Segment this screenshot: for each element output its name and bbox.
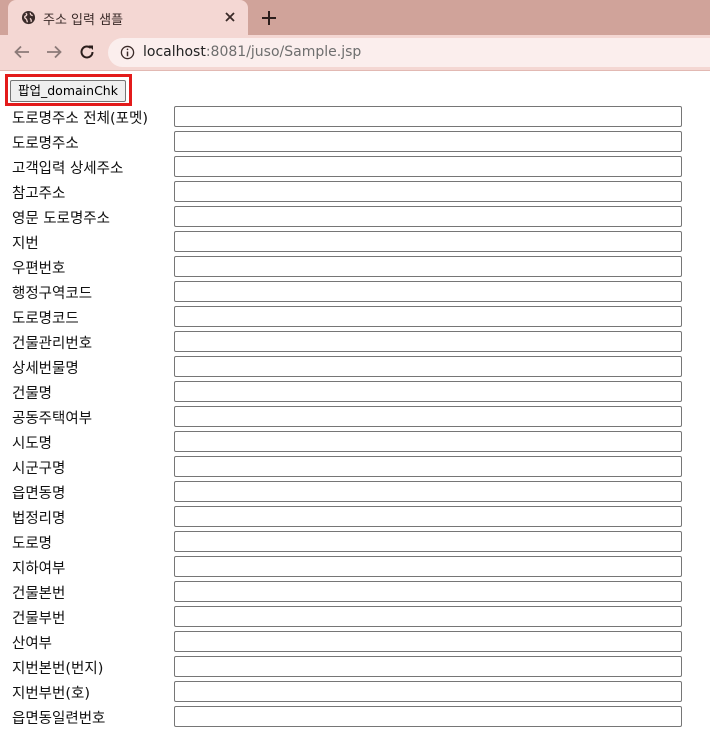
- form-row: 지번: [0, 230, 710, 255]
- field-label: 도로명주소 전체(포멧): [12, 111, 148, 127]
- form-row: 행정구역코드: [0, 280, 710, 305]
- field-label: 시군구명: [12, 461, 66, 477]
- field-input[interactable]: [174, 356, 682, 377]
- form-row: 영문 도로명주소: [0, 205, 710, 230]
- tab-strip: 주소 입력 샘플: [0, 0, 710, 35]
- field-label: 지번: [12, 236, 39, 252]
- reload-icon[interactable]: [78, 43, 96, 61]
- field-input[interactable]: [174, 406, 682, 427]
- form-row: 참고주소: [0, 180, 710, 205]
- form-row: 건물본번: [0, 580, 710, 605]
- field-input[interactable]: [174, 256, 682, 277]
- field-label: 우편번호: [12, 261, 66, 277]
- field-label: 건물관리번호: [12, 336, 93, 352]
- form-row: 지하여부: [0, 555, 710, 580]
- field-input[interactable]: [174, 206, 682, 227]
- field-label: 시도명: [12, 436, 53, 452]
- popup-domain-check-button[interactable]: 팝업_domainChk: [10, 80, 126, 102]
- field-label: 지번부번(호): [12, 686, 91, 702]
- field-label: 건물부번: [12, 611, 66, 627]
- field-input[interactable]: [174, 456, 682, 477]
- field-input[interactable]: [174, 106, 682, 127]
- form-row: 도로명주소: [0, 130, 710, 155]
- form-row: 공동주택여부: [0, 405, 710, 430]
- field-label: 건물명: [12, 386, 53, 402]
- url-path: :8081/juso/Sample.jsp: [205, 44, 362, 60]
- field-label: 지번본번(번지): [12, 661, 104, 677]
- back-arrow-icon[interactable]: [13, 43, 31, 61]
- form-row: 시군구명: [0, 455, 710, 480]
- form-row: 우편번호: [0, 255, 710, 280]
- form-row: 도로명: [0, 530, 710, 555]
- field-label: 공동주택여부: [12, 411, 93, 427]
- form-row: 법정리명: [0, 505, 710, 530]
- field-input[interactable]: [174, 656, 682, 677]
- form-row: 산여부: [0, 630, 710, 655]
- field-input[interactable]: [174, 681, 682, 702]
- field-label: 산여부: [12, 636, 53, 652]
- field-input[interactable]: [174, 606, 682, 627]
- form-row: 고객입력 상세주소: [0, 155, 710, 180]
- tab-title: 주소 입력 샘플: [43, 13, 124, 28]
- address-bar[interactable]: localhost:8081/juso/Sample.jsp: [108, 38, 710, 67]
- field-input[interactable]: [174, 231, 682, 252]
- field-label: 도로명코드: [12, 311, 79, 327]
- form-row: 읍면동일련번호: [0, 705, 710, 730]
- field-input[interactable]: [174, 281, 682, 302]
- form-row: 상세번물명: [0, 355, 710, 380]
- form-row: 건물관리번호: [0, 330, 710, 355]
- field-input[interactable]: [174, 431, 682, 452]
- field-input[interactable]: [174, 706, 682, 727]
- field-label: 도로명: [12, 536, 53, 552]
- field-label: 읍면동일련번호: [12, 711, 106, 727]
- browser-tab[interactable]: 주소 입력 샘플: [8, 0, 248, 35]
- field-input[interactable]: [174, 381, 682, 402]
- browser-toolbar: localhost:8081/juso/Sample.jsp: [0, 35, 710, 71]
- field-label: 지하여부: [12, 561, 66, 577]
- field-input[interactable]: [174, 131, 682, 152]
- field-label: 행정구역코드: [12, 286, 93, 302]
- field-input[interactable]: [174, 481, 682, 502]
- field-input[interactable]: [174, 556, 682, 577]
- field-input[interactable]: [174, 531, 682, 552]
- form-row: 건물부번: [0, 605, 710, 630]
- field-label: 건물본번: [12, 586, 66, 602]
- form-row: 지번본번(번지): [0, 655, 710, 680]
- address-form: 도로명주소 전체(포멧) 도로명주소고객입력 상세주소참고주소영문 도로명주소지번…: [0, 105, 710, 730]
- field-input[interactable]: [174, 306, 682, 327]
- field-input[interactable]: [174, 631, 682, 652]
- forward-arrow-icon[interactable]: [45, 43, 63, 61]
- field-label: 참고주소: [12, 186, 66, 202]
- plus-icon[interactable]: [260, 9, 278, 27]
- field-label: 읍면동명: [12, 486, 66, 502]
- field-label: 법정리명: [12, 511, 66, 527]
- field-label: 고객입력 상세주소: [12, 161, 124, 177]
- field-input[interactable]: [174, 181, 682, 202]
- field-input[interactable]: [174, 581, 682, 602]
- globe-icon: [21, 10, 36, 25]
- field-input[interactable]: [174, 506, 682, 527]
- info-icon[interactable]: [120, 45, 135, 60]
- form-row: 지번부번(호): [0, 680, 710, 705]
- field-label: 상세번물명: [12, 361, 79, 377]
- url-text: localhost:8081/juso/Sample.jsp: [143, 44, 361, 60]
- form-row: 도로명코드: [0, 305, 710, 330]
- form-row: 읍면동명: [0, 480, 710, 505]
- field-input[interactable]: [174, 331, 682, 352]
- field-label: 도로명주소: [12, 136, 79, 152]
- field-label: 영문 도로명주소: [12, 211, 110, 227]
- form-row: 시도명: [0, 430, 710, 455]
- form-row: 건물명: [0, 380, 710, 405]
- form-row: 도로명주소 전체(포멧): [0, 105, 710, 130]
- field-input[interactable]: [174, 156, 682, 177]
- close-icon[interactable]: [223, 10, 237, 24]
- url-host: localhost: [143, 44, 206, 60]
